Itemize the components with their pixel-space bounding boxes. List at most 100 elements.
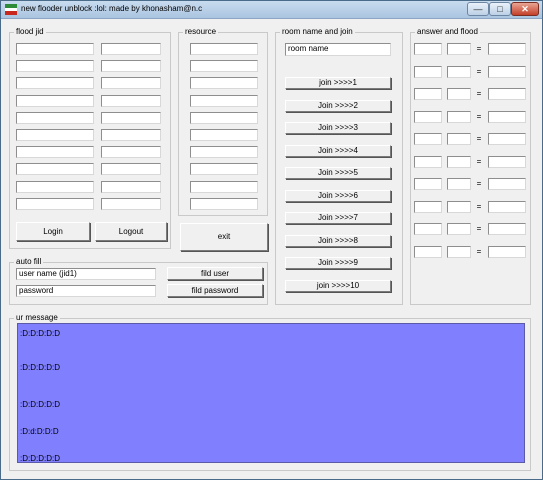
- answer-operand-b[interactable]: [447, 110, 471, 123]
- message-line: :D:d:D:D:D: [20, 427, 59, 436]
- answer-operand-a[interactable]: [414, 245, 442, 258]
- equals-sign: =: [476, 201, 482, 211]
- answer-operand-a[interactable]: [414, 65, 442, 78]
- username-input[interactable]: user name (jid1): [16, 268, 156, 280]
- answer-operand-b[interactable]: [447, 155, 471, 168]
- answer-operand-b[interactable]: [447, 200, 471, 213]
- join-button-9[interactable]: Join >>>>9: [285, 257, 391, 269]
- join-button-2[interactable]: Join >>>>2: [285, 99, 391, 112]
- exit-button[interactable]: exit: [180, 223, 268, 251]
- room-name-input[interactable]: room name: [285, 43, 391, 56]
- answer-operand-a[interactable]: [414, 223, 442, 235]
- flood-jid-field-left[interactable]: [16, 163, 94, 176]
- resource-field[interactable]: [190, 60, 258, 73]
- minimize-button[interactable]: —: [467, 2, 489, 16]
- maximize-button[interactable]: □: [489, 2, 511, 16]
- answer-operand-b[interactable]: [447, 65, 471, 78]
- flood-jid-label: flood jid: [14, 27, 46, 37]
- flood-jid-field-right[interactable]: [101, 180, 161, 193]
- flood-jid-field-left[interactable]: [16, 77, 94, 90]
- equals-sign: =: [476, 89, 482, 98]
- resource-field[interactable]: [190, 43, 258, 55]
- answer-operand-b[interactable]: [447, 223, 471, 235]
- join-button-10[interactable]: join >>>>10: [285, 279, 391, 292]
- answer-operand-a[interactable]: [414, 110, 442, 123]
- fill-password-button[interactable]: fild password: [167, 284, 263, 297]
- equals-sign: =: [476, 66, 482, 76]
- flood-jid-field-left[interactable]: [16, 180, 94, 193]
- flood-jid-field-right[interactable]: [101, 43, 161, 55]
- resource-field[interactable]: [190, 163, 258, 176]
- join-button-3[interactable]: Join >>>>3: [285, 122, 391, 134]
- answer-result[interactable]: [488, 200, 526, 213]
- message-line: :D:D:D:D:D: [20, 363, 60, 372]
- flood-jid-field-right[interactable]: [101, 163, 161, 176]
- room-label: room name and join: [280, 27, 355, 37]
- flood-jid-field-right[interactable]: [101, 94, 161, 107]
- flood-jid-field-right[interactable]: [101, 146, 161, 159]
- equals-sign: =: [476, 134, 482, 143]
- resource-field[interactable]: [190, 180, 258, 193]
- answer-operand-b[interactable]: [447, 133, 471, 145]
- answer-operand-a[interactable]: [414, 43, 442, 55]
- flood-jid-field-left[interactable]: [16, 111, 94, 124]
- answer-operand-b[interactable]: [447, 43, 471, 55]
- answer-operand-b[interactable]: [447, 88, 471, 100]
- equals-sign: =: [476, 179, 482, 188]
- join-button-5[interactable]: Join >>>>5: [285, 167, 391, 179]
- flood-jid-field-left[interactable]: [16, 146, 94, 159]
- answer-result[interactable]: [488, 65, 526, 78]
- flood-jid-field-right[interactable]: [101, 197, 161, 210]
- flood-jid-field-right[interactable]: [101, 129, 161, 141]
- flood-jid-field-left[interactable]: [16, 197, 94, 210]
- resource-field[interactable]: [190, 94, 258, 107]
- resource-field[interactable]: [190, 77, 258, 90]
- answer-result[interactable]: [488, 178, 526, 190]
- flood-jid-field-right[interactable]: [101, 77, 161, 90]
- join-button-7[interactable]: Join >>>>7: [285, 212, 391, 224]
- resource-field[interactable]: [190, 197, 258, 210]
- join-button-1[interactable]: join >>>>1: [285, 77, 391, 89]
- answer-result[interactable]: [488, 88, 526, 100]
- message-line: :D:D:D:D:D: [20, 454, 60, 463]
- flood-jid-field-left[interactable]: [16, 129, 94, 141]
- resource-field[interactable]: [190, 111, 258, 124]
- join-button-8[interactable]: Join >>>>8: [285, 234, 391, 247]
- answer-operand-a[interactable]: [414, 133, 442, 145]
- flood-jid-field-left[interactable]: [16, 60, 94, 73]
- answer-operand-b[interactable]: [447, 245, 471, 258]
- message-textarea[interactable]: :D:D:D:D:D :D:D:D:D:D :D:D:D:D:D :D:d:D:…: [17, 323, 525, 463]
- answer-operand-a[interactable]: [414, 88, 442, 100]
- answer-result[interactable]: [488, 43, 526, 55]
- answer-result[interactable]: [488, 245, 526, 258]
- fill-user-button[interactable]: fild user: [167, 267, 263, 280]
- answer-label: answer and flood: [415, 27, 480, 37]
- answer-result[interactable]: [488, 223, 526, 235]
- message-label: ur message: [14, 313, 60, 323]
- resource-field[interactable]: [190, 129, 258, 141]
- answer-result[interactable]: [488, 155, 526, 168]
- title-bar[interactable]: new flooder unblock :lol: made by khonas…: [1, 1, 542, 19]
- answer-result[interactable]: [488, 110, 526, 123]
- answer-operand-a[interactable]: [414, 178, 442, 190]
- password-input[interactable]: password: [16, 285, 156, 297]
- answer-operand-b[interactable]: [447, 178, 471, 190]
- answer-operand-a[interactable]: [414, 155, 442, 168]
- flood-jid-field-left[interactable]: [16, 94, 94, 107]
- join-button-6[interactable]: Join >>>>6: [285, 189, 391, 202]
- maximize-icon: □: [497, 4, 503, 14]
- login-button[interactable]: Login: [16, 222, 90, 241]
- equals-sign: =: [476, 246, 482, 256]
- flood-jid-field-left[interactable]: [16, 43, 94, 55]
- join-button-4[interactable]: Join >>>>4: [285, 144, 391, 157]
- answer-result[interactable]: [488, 133, 526, 145]
- resource-label: resource: [183, 27, 219, 37]
- logout-button[interactable]: Logout: [95, 222, 167, 241]
- flood-jid-field-right[interactable]: [101, 60, 161, 73]
- message-line: :D:D:D:D:D: [20, 400, 60, 409]
- flood-jid-field-right[interactable]: [101, 111, 161, 124]
- answer-operand-a[interactable]: [414, 200, 442, 213]
- close-button[interactable]: ✕: [511, 2, 539, 16]
- resource-field[interactable]: [190, 146, 258, 159]
- message-line: :D:D:D:D:D: [20, 329, 60, 338]
